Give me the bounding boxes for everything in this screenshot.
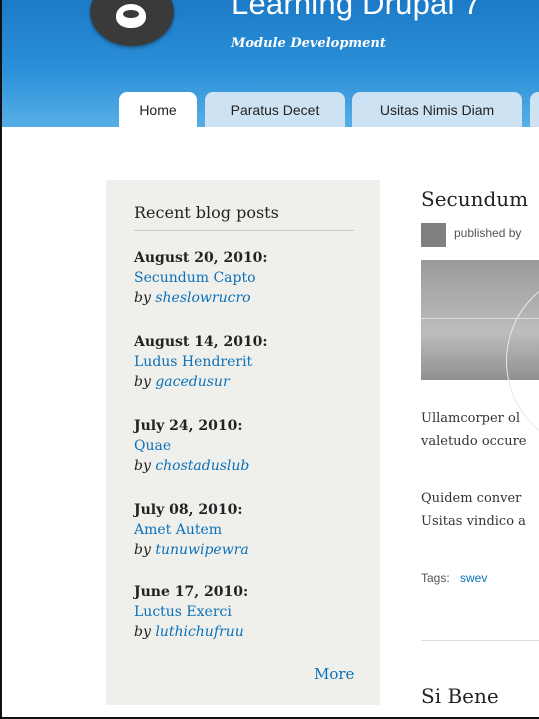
tab-label: Home — [139, 101, 177, 118]
by-label: by — [134, 542, 151, 558]
site-name[interactable]: Learning Drupal 7 — [231, 0, 481, 22]
by-label: by — [134, 458, 151, 474]
post-date: July 08, 2010: — [134, 502, 243, 518]
block-title: Recent blog posts — [134, 203, 279, 222]
by-label: by — [134, 290, 151, 306]
list-item: July 24, 2010: Quae by chostaduslub — [134, 416, 364, 476]
paragraph-2: Quidem conver Usitas vindico a — [421, 487, 526, 533]
node-image — [421, 260, 539, 452]
author-link[interactable]: sheslowrucro — [155, 290, 250, 306]
block-divider — [134, 230, 354, 231]
post-date: August 14, 2010: — [134, 334, 268, 350]
tag-link[interactable]: swev — [460, 571, 487, 585]
post-byline: by luthichufruu — [134, 622, 364, 642]
next-node-title-link[interactable]: Si Bene — [421, 684, 499, 708]
by-label: by — [134, 624, 151, 640]
post-byline: by tunuwipewra — [134, 540, 364, 560]
site-slogan: Module Development — [231, 36, 386, 51]
by-label: by — [134, 374, 151, 390]
author-link[interactable]: gacedusur — [155, 374, 229, 390]
paragraph-line: Usitas vindico a — [421, 514, 526, 529]
author-link[interactable]: chostaduslub — [155, 458, 249, 474]
tab-home[interactable]: Home — [119, 92, 197, 127]
paragraph-1: Ullamcorper ol valetudo occure — [421, 407, 527, 453]
tab-label: Usitas Nimis Diam — [379, 101, 495, 118]
post-title-link[interactable]: Ludus Hendrerit — [134, 352, 364, 372]
list-item: July 08, 2010: Amet Autem by tunuwipewra — [134, 500, 364, 560]
site-header: Learning Drupal 7 Module Development Hom… — [2, 0, 539, 127]
post-byline: by gacedusur — [134, 372, 364, 392]
list-item: August 20, 2010: Secundum Capto by shesl… — [134, 248, 364, 308]
tab-next[interactable] — [530, 92, 539, 127]
post-title-link[interactable]: Luctus Exerci — [134, 602, 364, 622]
drupal-drop-icon — [116, 4, 146, 28]
paragraph-line: Quidem conver — [421, 491, 522, 506]
list-item: June 17, 2010: Luctus Exerci by luthichu… — [134, 582, 364, 642]
post-byline: by sheslowrucro — [134, 288, 364, 308]
browser-viewport: Learning Drupal 7 Module Development Hom… — [0, 0, 539, 719]
paragraph-line: valetudo occure — [421, 434, 527, 449]
author-link[interactable]: tunuwipewra — [155, 542, 248, 558]
post-date: June 17, 2010: — [134, 584, 249, 600]
tags-label: Tags: — [421, 571, 450, 585]
node-divider — [421, 640, 539, 641]
post-title-link[interactable]: Amet Autem — [134, 520, 364, 540]
tab-usitas-nimis-diam[interactable]: Usitas Nimis Diam — [352, 92, 522, 127]
post-byline: by chostaduslub — [134, 456, 364, 476]
user-avatar[interactable] — [421, 223, 446, 247]
post-title-link[interactable]: Secundum Capto — [134, 268, 364, 288]
paragraph-line: Ullamcorper ol — [421, 411, 521, 426]
list-item: August 14, 2010: Ludus Hendrerit by gace… — [134, 332, 364, 392]
tab-label: Paratus Decet — [230, 101, 320, 118]
tab-paratus-decet[interactable]: Paratus Decet — [205, 92, 345, 127]
post-title-link[interactable]: Quae — [134, 436, 364, 456]
author-link[interactable]: luthichufruu — [155, 624, 243, 640]
drupal-logo-icon[interactable] — [90, 0, 174, 46]
recent-blog-posts-block: Recent blog posts August 20, 2010: Secun… — [106, 180, 380, 705]
node-title-link[interactable]: Secundum — [421, 187, 528, 211]
node-byline: published by — [454, 226, 522, 240]
more-link[interactable]: More — [314, 665, 354, 683]
post-date: August 20, 2010: — [134, 250, 268, 266]
post-date: July 24, 2010: — [134, 418, 243, 434]
